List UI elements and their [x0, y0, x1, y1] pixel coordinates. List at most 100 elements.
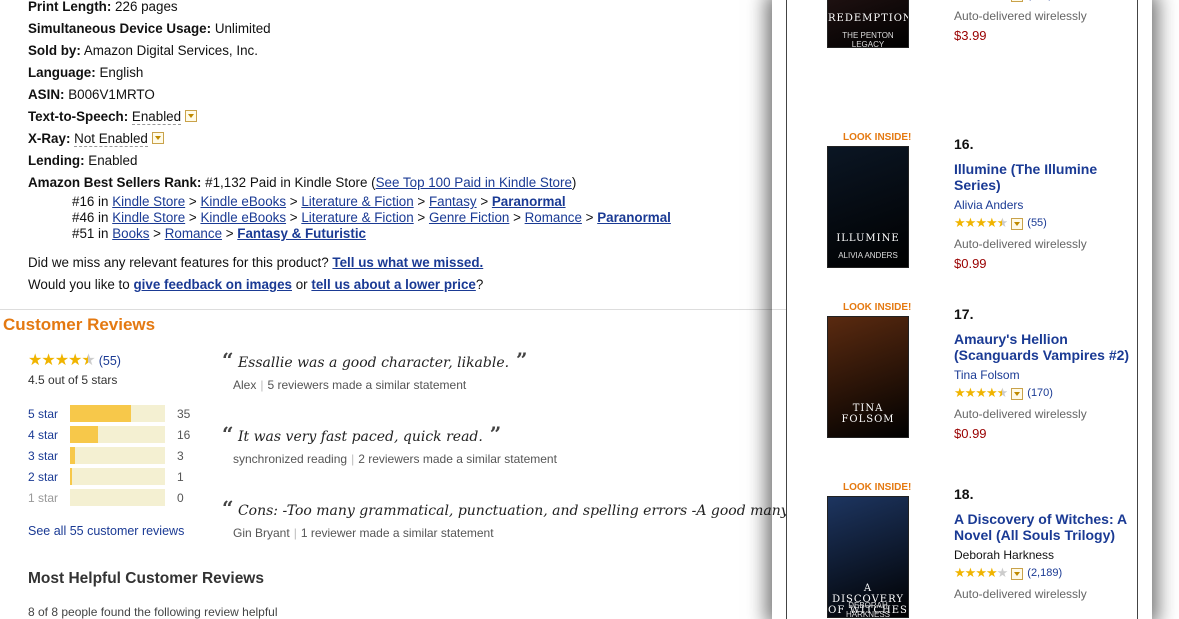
category-link[interactable]: Literature & Fiction [301, 194, 413, 209]
star-icon: ★ [964, 385, 977, 400]
star-icon: ★ [996, 385, 1009, 400]
category-link[interactable]: Romance [525, 210, 582, 225]
book-cover-image[interactable]: REDEMPTION THE PENTON LEGACY [827, 0, 909, 48]
breadcrumb-separator: > [413, 194, 429, 209]
book-rating[interactable]: ★★★★★ (170) [954, 385, 1134, 401]
book-price: $0.99 [954, 256, 987, 271]
category-link[interactable]: Literature & Fiction [301, 210, 413, 225]
histogram-bar [70, 468, 165, 485]
meta-separator: | [260, 378, 264, 392]
category-link[interactable]: Kindle Store [112, 194, 185, 209]
histogram-count: 3 [177, 448, 184, 463]
book-cover-image[interactable]: TINA FOLSOM [827, 316, 909, 438]
rating-dropdown-icon[interactable] [1011, 218, 1024, 230]
book-rating[interactable]: ★★★★★ (2,189) [954, 565, 1134, 581]
top100-link[interactable]: See Top 100 Paid in Kindle Store [376, 175, 572, 190]
sdu-label: Simultaneous Device Usage: [28, 21, 212, 36]
xray-value[interactable]: Not Enabled [74, 131, 148, 147]
histogram-fill [70, 447, 75, 464]
quote-author: Gin Bryant [233, 526, 290, 540]
category-link-final[interactable]: Paranormal [492, 194, 566, 209]
star-icon: ★ [954, 215, 966, 230]
category-link[interactable]: Kindle eBooks [200, 194, 286, 209]
feedback-images-link[interactable]: give feedback on images [133, 277, 292, 292]
average-text: 4.5 out of 5 stars [28, 373, 118, 387]
category-link-final[interactable]: Fantasy & Futuristic [237, 226, 366, 241]
star-icon: ★ [996, 215, 1009, 230]
quote-body: It was very fast paced, quick read. [233, 429, 483, 445]
category-link[interactable]: Romance [165, 226, 222, 241]
book-rating[interactable]: ★★★★★ (55) [954, 215, 1134, 231]
xray-dropdown-icon[interactable] [151, 132, 164, 144]
review-count-link[interactable]: (55) [99, 354, 121, 368]
look-inside-badge[interactable]: LOOK INSIDE! [843, 482, 911, 493]
histogram-label[interactable]: 3 star [28, 449, 70, 463]
language-label: Language: [28, 65, 96, 80]
rating-dropdown-icon[interactable] [1011, 388, 1024, 400]
rating-count-link[interactable]: (170) [1027, 387, 1053, 399]
book-title-link[interactable]: Amaury's Hellion (Scanguards Vampires #2… [954, 331, 1134, 363]
histogram-row[interactable]: 5 star 35 [28, 403, 190, 424]
book-cover-image[interactable]: ILLUMINE ALIVIA ANDERS [827, 146, 909, 268]
book-author[interactable]: Alivia Anders [954, 198, 1134, 212]
bestseller-panel: REDEMPTION THE PENTON LEGACY Redemption (T… [786, 0, 1138, 619]
star-icon: ★ [997, 0, 1009, 2]
category-link-final[interactable]: Paranormal [597, 210, 671, 225]
average-stars-icon: ★★★★★ [28, 350, 96, 370]
book-cover-image[interactable]: A DISCOVERY OF WITCHES DEBORAH HARKNESS [827, 496, 909, 618]
lower-price-link[interactable]: tell us about a lower price [311, 277, 475, 292]
histogram-row[interactable]: 3 star 3 [28, 445, 190, 466]
item-rank: 18. [954, 486, 974, 502]
look-inside-badge[interactable]: LOOK INSIDE! [843, 132, 911, 143]
histogram-label[interactable]: 4 star [28, 428, 70, 442]
histogram-label: 1 star [28, 490, 59, 505]
tell-us-missed-link[interactable]: Tell us what we missed. [332, 255, 483, 270]
sold-by-label: Sold by: [28, 43, 81, 58]
tts-dropdown-icon[interactable] [185, 110, 198, 122]
rating-count-link[interactable]: (112) [1027, 0, 1052, 1]
quote-similar: 2 reviewers made a similar statement [358, 452, 557, 466]
sub-rank-prefix: #46 in [72, 210, 113, 225]
category-link[interactable]: Books [112, 226, 149, 241]
star-icon: ★ [975, 0, 987, 2]
star-icon: ★ [954, 385, 966, 400]
quote-similar: 1 reviewer made a similar statement [300, 526, 494, 540]
average-rating[interactable]: ★★★★★ (55) [28, 350, 121, 370]
category-link[interactable]: Fantasy [429, 194, 477, 209]
quote-meta: Alex | 5 reviewers made a similar statemen… [222, 378, 802, 392]
histogram-row[interactable]: 4 star 16 [28, 424, 190, 445]
close-quote-icon: ” [482, 422, 502, 446]
rating-dropdown-icon[interactable] [1011, 0, 1024, 2]
book-author: Deborah Harkness [954, 548, 1055, 562]
asin-label: ASIN: [28, 87, 65, 102]
tts-value[interactable]: Enabled [131, 109, 182, 125]
rating-count-link[interactable]: (55) [1027, 217, 1047, 229]
meta-separator: | [293, 526, 297, 540]
review-quote: “ Cons: -Too many grammatical, punctuati… [222, 496, 879, 570]
histogram-label[interactable]: 5 star [28, 407, 70, 421]
book-title-link[interactable]: A Discovery of Witches: A Novel (All Sou… [954, 511, 1134, 543]
histogram-label[interactable]: 2 star [28, 470, 70, 484]
category-link[interactable]: Kindle eBooks [200, 210, 286, 225]
histogram-fill [70, 426, 98, 443]
quote-similar: 5 reviewers made a similar statement [267, 378, 467, 392]
see-all-reviews-link[interactable]: See all 55 customer reviews [28, 524, 184, 538]
histogram-row[interactable]: 1 star 0 [28, 487, 190, 508]
star-icon: ★ [964, 565, 977, 580]
look-inside-badge[interactable]: LOOK INSIDE! [843, 302, 911, 313]
language-value: English [99, 65, 144, 80]
rating-dropdown-icon[interactable] [1011, 568, 1024, 580]
histogram-row[interactable]: 2 star 1 [28, 466, 190, 487]
histogram-fill [70, 405, 131, 422]
delivery-text: Auto-delivered wirelessly [954, 407, 1087, 421]
sdu-value: Unlimited [214, 21, 271, 36]
sub-rank-row: #46 in Kindle Store > Kindle eBooks > Li… [28, 210, 788, 226]
book-author[interactable]: Tina Folsom [954, 368, 1134, 382]
book-title-link[interactable]: Illumine (The Illumine Series) [954, 161, 1134, 193]
quote-meta: synchronized reading | 2 reviewers made a … [222, 452, 802, 466]
book-rating[interactable]: ★★★★★(112) [954, 0, 1134, 3]
category-link[interactable]: Genre Fiction [429, 210, 509, 225]
quote-author: Alex [233, 378, 257, 392]
category-link[interactable]: Kindle Store [112, 210, 185, 225]
rating-count-link[interactable]: (2,189) [1027, 567, 1062, 579]
